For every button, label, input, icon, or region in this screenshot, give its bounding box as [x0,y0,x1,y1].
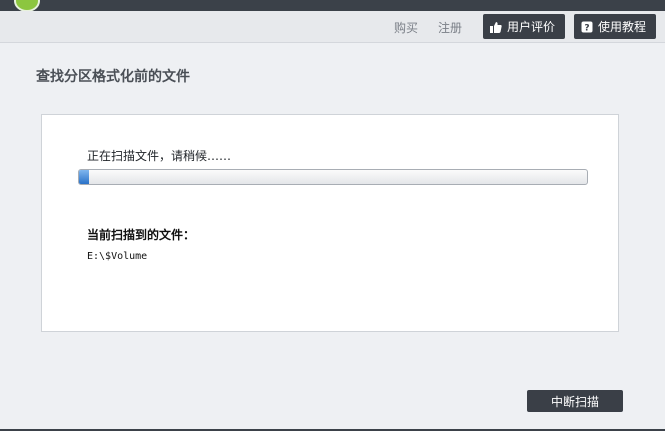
current-file-label: 当前扫描到的文件： [87,228,196,242]
scan-status-text: 正在扫描文件，请稍候…… [87,149,232,163]
buy-link[interactable]: 购买 [394,19,418,36]
user-reviews-button[interactable]: 用户评价 [483,14,565,39]
scan-panel: 正在扫描文件，请稍候…… 当前扫描到的文件： E:\$Volume [41,114,619,332]
thumbs-up-icon [489,20,503,34]
scan-progress-fill [79,170,90,184]
page-title: 查找分区格式化前的文件 [36,69,190,85]
header-nav: 购买 注册 用户评价 ? 使用教程 [0,11,665,43]
tutorial-button[interactable]: ? 使用教程 [574,14,656,39]
question-icon: ? [580,20,594,34]
tutorial-label: 使用教程 [598,20,647,34]
stop-scan-label: 中断扫描 [550,394,599,409]
top-bar [0,0,665,12]
scan-progress-bar [78,169,588,185]
stop-scan-button[interactable]: 中断扫描 [527,390,623,412]
user-reviews-label: 用户评价 [507,20,556,34]
current-file-path: E:\$Volume [87,251,148,262]
svg-text:?: ? [584,23,589,33]
register-link[interactable]: 注册 [438,19,462,36]
